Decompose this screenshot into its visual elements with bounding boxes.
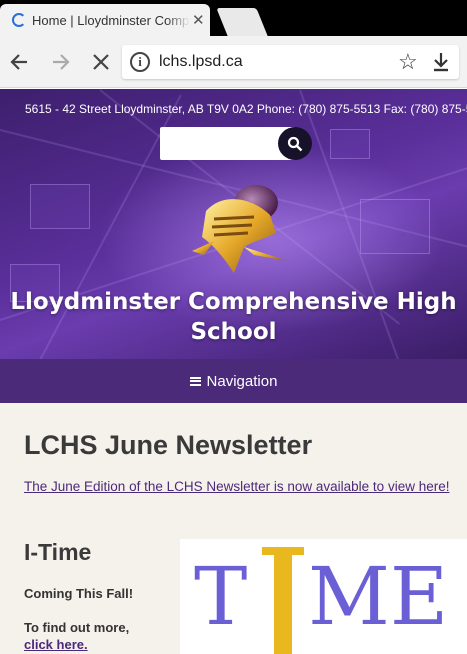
logo-letters-me: ME xyxy=(308,550,449,643)
site-search xyxy=(160,127,312,160)
school-address: 5615 - 42 Street Lloydminster, AB T9V 0A… xyxy=(25,102,467,116)
search-icon xyxy=(287,136,303,151)
itime-info-text: To find out more, xyxy=(24,620,130,635)
browser-tab[interactable]: Home | Lloydminster Comprehensive ✕ xyxy=(0,4,210,36)
itime-heading: I-Time xyxy=(24,539,92,565)
url-text[interactable]: lchs.lpsd.ca xyxy=(159,53,243,71)
back-arrow-icon[interactable] xyxy=(4,47,34,77)
stop-loading-icon[interactable] xyxy=(86,47,116,77)
browser-tab-strip: Home | Lloydminster Comprehensive ✕ xyxy=(0,0,467,36)
address-bar[interactable]: i lchs.lpsd.ca ☆ xyxy=(122,45,459,79)
logo-letter-i xyxy=(274,547,292,654)
close-tab-icon[interactable]: ✕ xyxy=(192,13,205,28)
navigation-label: Navigation xyxy=(206,372,278,390)
info-icon[interactable]: i xyxy=(130,52,150,72)
hamburger-menu-icon xyxy=(189,376,201,386)
tab-title: Home | Lloydminster Comprehensive xyxy=(32,12,190,28)
school-name[interactable]: Lloydminster Comprehensive High School xyxy=(0,287,467,347)
download-icon[interactable] xyxy=(432,52,450,72)
main-content: LCHS June Newsletter The June Edition of… xyxy=(0,403,467,654)
forward-arrow-icon[interactable] xyxy=(46,47,76,77)
background-panel xyxy=(30,184,90,229)
search-input[interactable] xyxy=(160,127,295,160)
itime-subtitle: Coming This Fall! xyxy=(24,586,134,601)
logo-letter-t: T xyxy=(194,550,248,643)
navigation-toggle[interactable]: Navigation xyxy=(0,359,467,403)
background-panel xyxy=(330,129,370,159)
newsletter-heading: LCHS June Newsletter xyxy=(24,430,313,460)
background-panel xyxy=(360,199,430,254)
loading-spinner-icon xyxy=(12,13,26,27)
newsletter-link[interactable]: The June Edition of the LCHS Newsletter … xyxy=(24,479,449,494)
itime-click-here-link[interactable]: click here. xyxy=(24,637,88,652)
site-header-banner: 5615 - 42 Street Lloydminster, AB T9V 0A… xyxy=(0,89,467,359)
search-button[interactable] xyxy=(278,127,312,160)
new-tab-button[interactable] xyxy=(216,8,268,36)
spartan-helmet-logo xyxy=(192,185,288,273)
browser-toolbar: i lchs.lpsd.ca ☆ xyxy=(0,36,467,88)
itime-logo-image[interactable]: T ME xyxy=(180,539,467,654)
star-bookmark-icon[interactable]: ☆ xyxy=(398,49,418,75)
